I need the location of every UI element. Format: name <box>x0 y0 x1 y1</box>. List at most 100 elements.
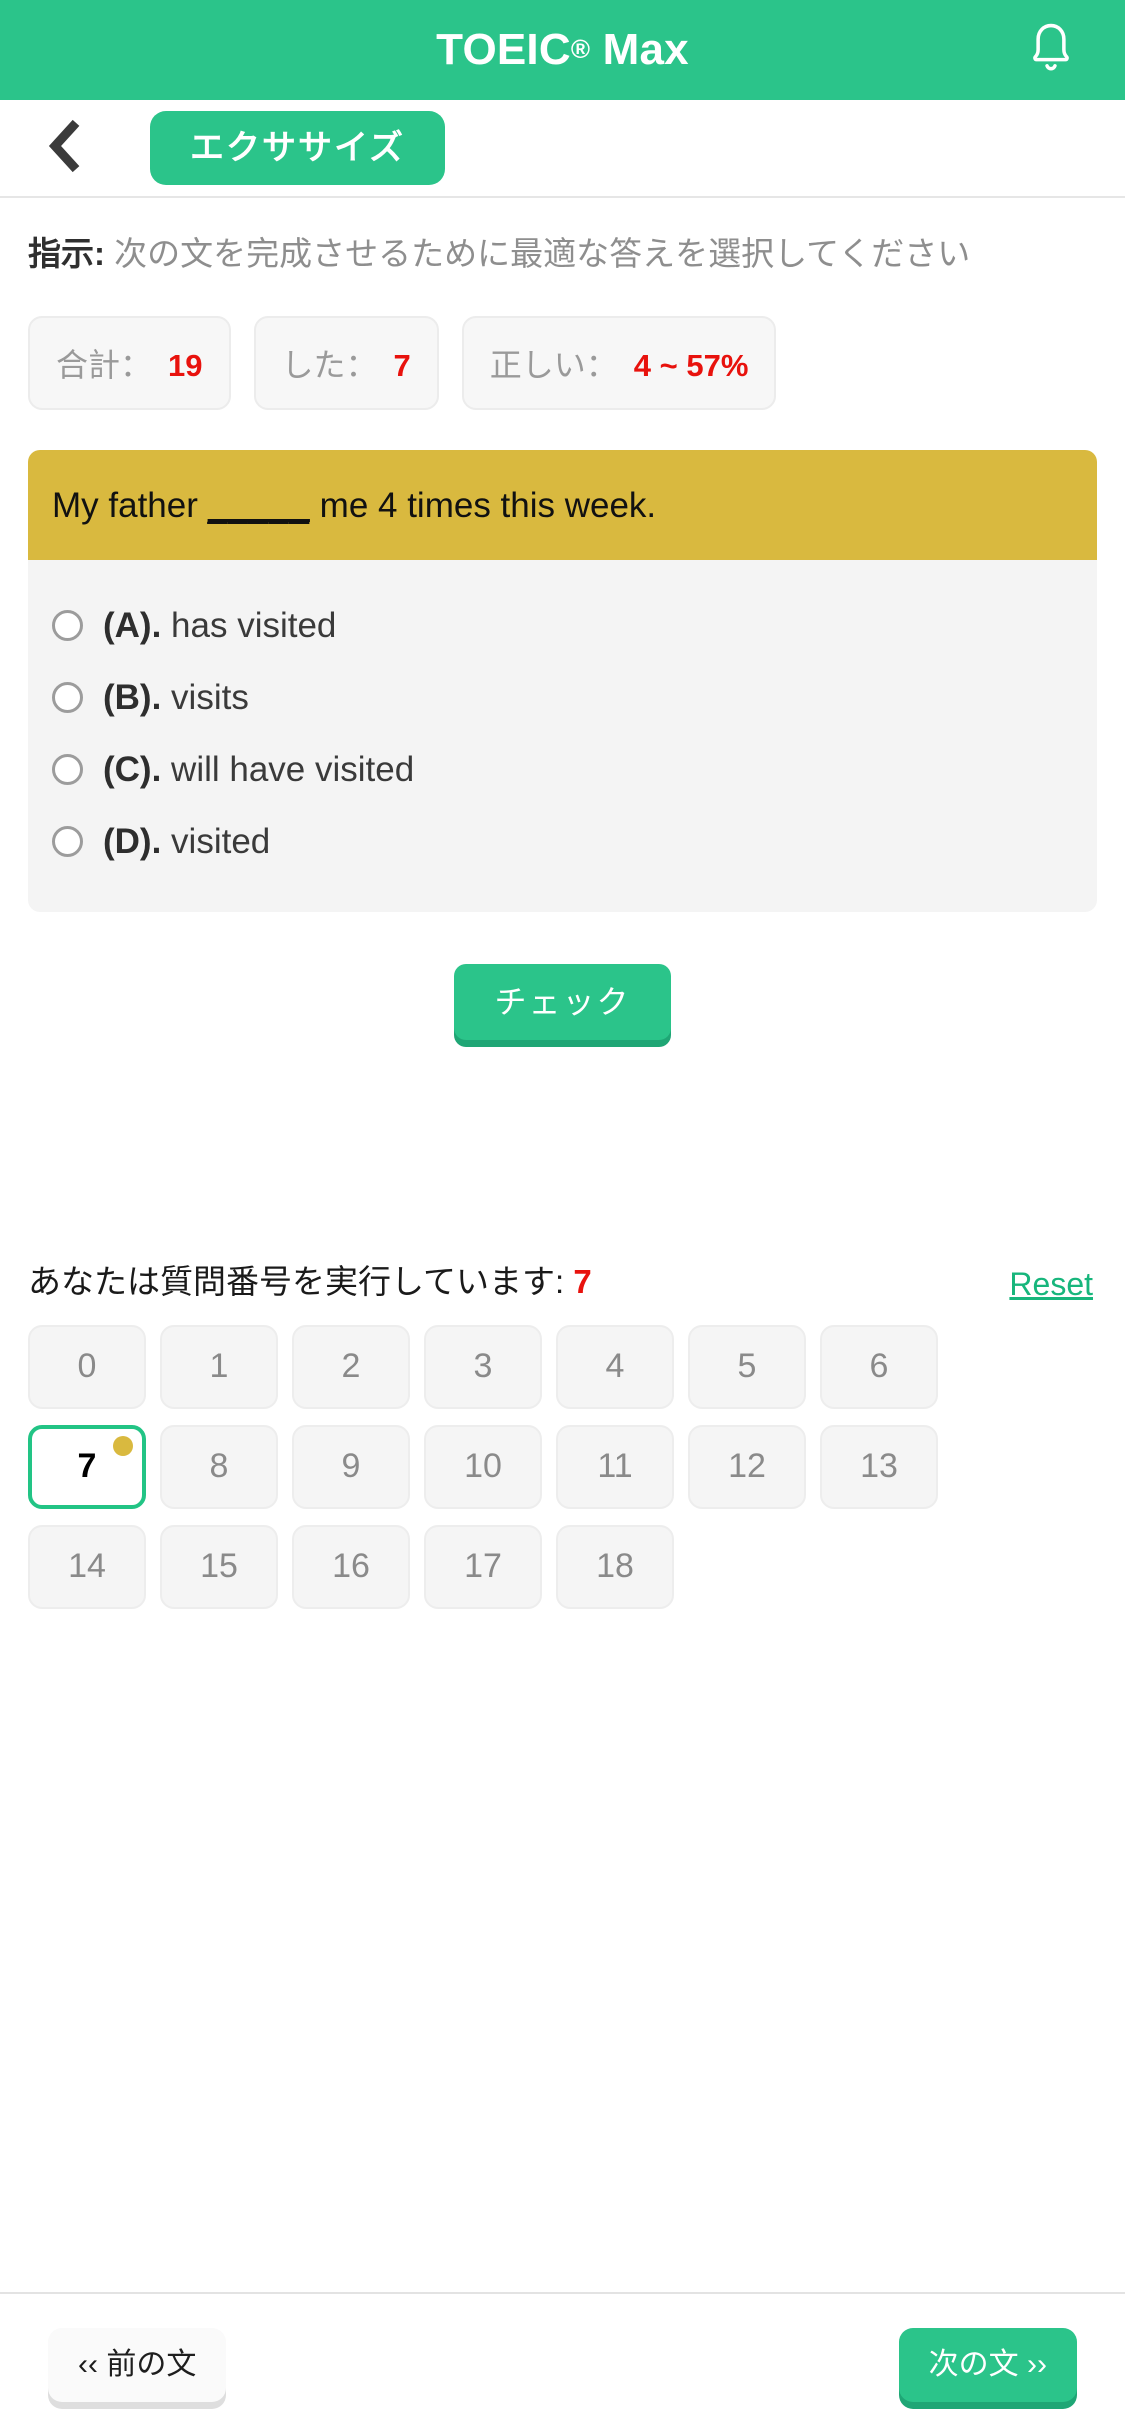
stat-done-label: した： <box>281 346 378 383</box>
question-number-label: 2 <box>341 1347 361 1386</box>
question-number-cell-1[interactable]: 1 <box>160 1324 278 1409</box>
bottom-navigation-bar: ‹‹ 前の文 次の文 ›› <box>0 2292 1125 2436</box>
question-number-label: 3 <box>473 1347 493 1386</box>
stat-done-value: 7 <box>393 347 411 383</box>
question-number-cell-16[interactable]: 16 <box>292 1524 410 1609</box>
question-number-label: 4 <box>605 1347 625 1386</box>
answer-option-d-label: visited <box>161 821 271 861</box>
check-button-row: チェック <box>28 963 1097 1040</box>
answer-option-d-text: (D). visited <box>103 822 270 862</box>
question-number-cell-17[interactable]: 17 <box>424 1524 542 1609</box>
instructions-prefix: 指示: <box>28 235 105 272</box>
stats-row: 合計： 19 した： 7 正しい： 4 ~ 57% <box>28 315 1097 410</box>
question-number-label: 7 <box>77 1447 97 1486</box>
question-number-cell-0[interactable]: 0 <box>28 1324 146 1409</box>
sub-navigation-bar: エクササイズ <box>0 100 1125 198</box>
question-number-grid: 0 1 2 3 4 5 6 7 8 9 10 11 12 13 14 15 16 17 18 <box>28 1324 1097 1609</box>
check-button[interactable]: チェック <box>454 963 671 1040</box>
answer-option-c-letter: (C). <box>103 749 162 789</box>
question-number-label: 0 <box>77 1347 97 1386</box>
answer-option-a-letter: (A). <box>103 605 162 645</box>
app-bar: TOEIC® Max <box>0 0 1125 100</box>
question-number-cell-3[interactable]: 3 <box>424 1324 542 1409</box>
progress-current-number: 7 <box>573 1262 592 1300</box>
question-number-label: 13 <box>860 1447 898 1486</box>
stat-done: した： 7 <box>253 315 439 410</box>
question-number-cell-4[interactable]: 4 <box>556 1324 674 1409</box>
next-sentence-button[interactable]: 次の文 ›› <box>898 2328 1077 2402</box>
answer-option-a-text: (A). has visited <box>103 606 336 646</box>
stat-total: 合計： 19 <box>28 315 231 410</box>
question-number-label: 14 <box>68 1547 106 1586</box>
question-prompt: My father _____ me 4 times this week. <box>28 449 1097 560</box>
progress-row: あなたは質問番号を実行しています: 7 Reset <box>28 1255 1097 1303</box>
question-number-cell-10[interactable]: 10 <box>424 1424 542 1509</box>
question-number-label: 17 <box>464 1547 502 1586</box>
reset-link[interactable]: Reset <box>1009 1266 1093 1303</box>
question-number-cell-18[interactable]: 18 <box>556 1524 674 1609</box>
question-number-label: 9 <box>341 1447 361 1486</box>
stat-total-value: 19 <box>168 347 203 383</box>
radio-icon[interactable] <box>52 610 83 642</box>
answer-option-b-letter: (B). <box>103 677 162 717</box>
question-number-label: 16 <box>332 1547 370 1586</box>
answer-option-b-label: visits <box>161 677 249 717</box>
radio-icon[interactable] <box>52 754 83 786</box>
page-title: TOEIC® Max <box>436 25 689 75</box>
answer-option-a-label: has visited <box>161 605 337 645</box>
answer-options-list: (A). has visited (B). visits (C). will h… <box>28 559 1097 912</box>
question-number-cell-2[interactable]: 2 <box>292 1324 410 1409</box>
answer-option-d[interactable]: (D). visited <box>52 806 1073 878</box>
answer-option-b[interactable]: (B). visits <box>52 662 1073 734</box>
page-title-suffix: Max <box>590 25 689 74</box>
question-number-cell-7[interactable]: 7 <box>28 1424 146 1509</box>
answer-option-d-letter: (D). <box>103 821 162 861</box>
answered-marker-icon <box>113 1435 133 1456</box>
radio-icon[interactable] <box>52 826 83 858</box>
question-number-cell-11[interactable]: 11 <box>556 1424 674 1509</box>
main-content: 指示: 次の文を完成させるために最適な答えを選択してください 合計： 19 した… <box>0 230 1125 1609</box>
question-number-cell-13[interactable]: 13 <box>820 1424 938 1509</box>
question-card: My father _____ me 4 times this week. (A… <box>28 449 1097 912</box>
instructions-text: 指示: 次の文を完成させるために最適な答えを選択してください <box>28 230 1097 278</box>
progress-label: あなたは質問番号を実行しています: 7 <box>28 1255 592 1303</box>
question-number-label: 15 <box>200 1547 238 1586</box>
stat-total-label: 合計： <box>56 346 153 383</box>
stat-correct-label: 正しい： <box>489 346 618 383</box>
answer-option-c-label: will have visited <box>161 749 415 789</box>
stat-correct-value: 4 ~ 57% <box>633 347 749 383</box>
answer-option-b-text: (B). visits <box>103 678 249 718</box>
notification-button[interactable] <box>1021 20 1081 80</box>
chevron-left-icon <box>45 119 83 178</box>
answer-option-c-text: (C). will have visited <box>103 750 414 790</box>
question-number-label: 18 <box>596 1547 634 1586</box>
question-before-blank: My father <box>52 485 208 525</box>
question-number-label: 6 <box>869 1347 889 1386</box>
stat-correct: 正しい： 4 ~ 57% <box>461 315 777 410</box>
question-number-cell-5[interactable]: 5 <box>688 1324 806 1409</box>
answer-option-a[interactable]: (A). has visited <box>52 590 1073 662</box>
registered-mark: ® <box>570 34 591 64</box>
previous-sentence-button[interactable]: ‹‹ 前の文 <box>48 2328 227 2402</box>
question-number-cell-9[interactable]: 9 <box>292 1424 410 1509</box>
bell-icon <box>1026 21 1076 80</box>
tab-exercise[interactable]: エクササイズ <box>150 111 445 185</box>
question-number-cell-6[interactable]: 6 <box>820 1324 938 1409</box>
question-blank: _____ <box>207 485 310 525</box>
question-number-cell-15[interactable]: 15 <box>160 1524 278 1609</box>
answer-option-c[interactable]: (C). will have visited <box>52 734 1073 806</box>
question-number-label: 1 <box>209 1347 229 1386</box>
back-button[interactable] <box>28 112 100 184</box>
question-number-label: 11 <box>597 1447 633 1486</box>
question-number-cell-14[interactable]: 14 <box>28 1524 146 1609</box>
question-number-label: 8 <box>209 1447 229 1486</box>
question-number-cell-8[interactable]: 8 <box>160 1424 278 1509</box>
question-number-label: 10 <box>464 1447 502 1486</box>
question-number-cell-12[interactable]: 12 <box>688 1424 806 1509</box>
progress-label-text: あなたは質問番号を実行しています: <box>28 1262 574 1300</box>
page-title-main: TOEIC <box>436 25 571 74</box>
question-number-label: 12 <box>728 1447 766 1486</box>
radio-icon[interactable] <box>52 682 83 714</box>
question-number-label: 5 <box>737 1347 757 1386</box>
instructions-body: 次の文を完成させるために最適な答えを選択してください <box>105 235 971 272</box>
